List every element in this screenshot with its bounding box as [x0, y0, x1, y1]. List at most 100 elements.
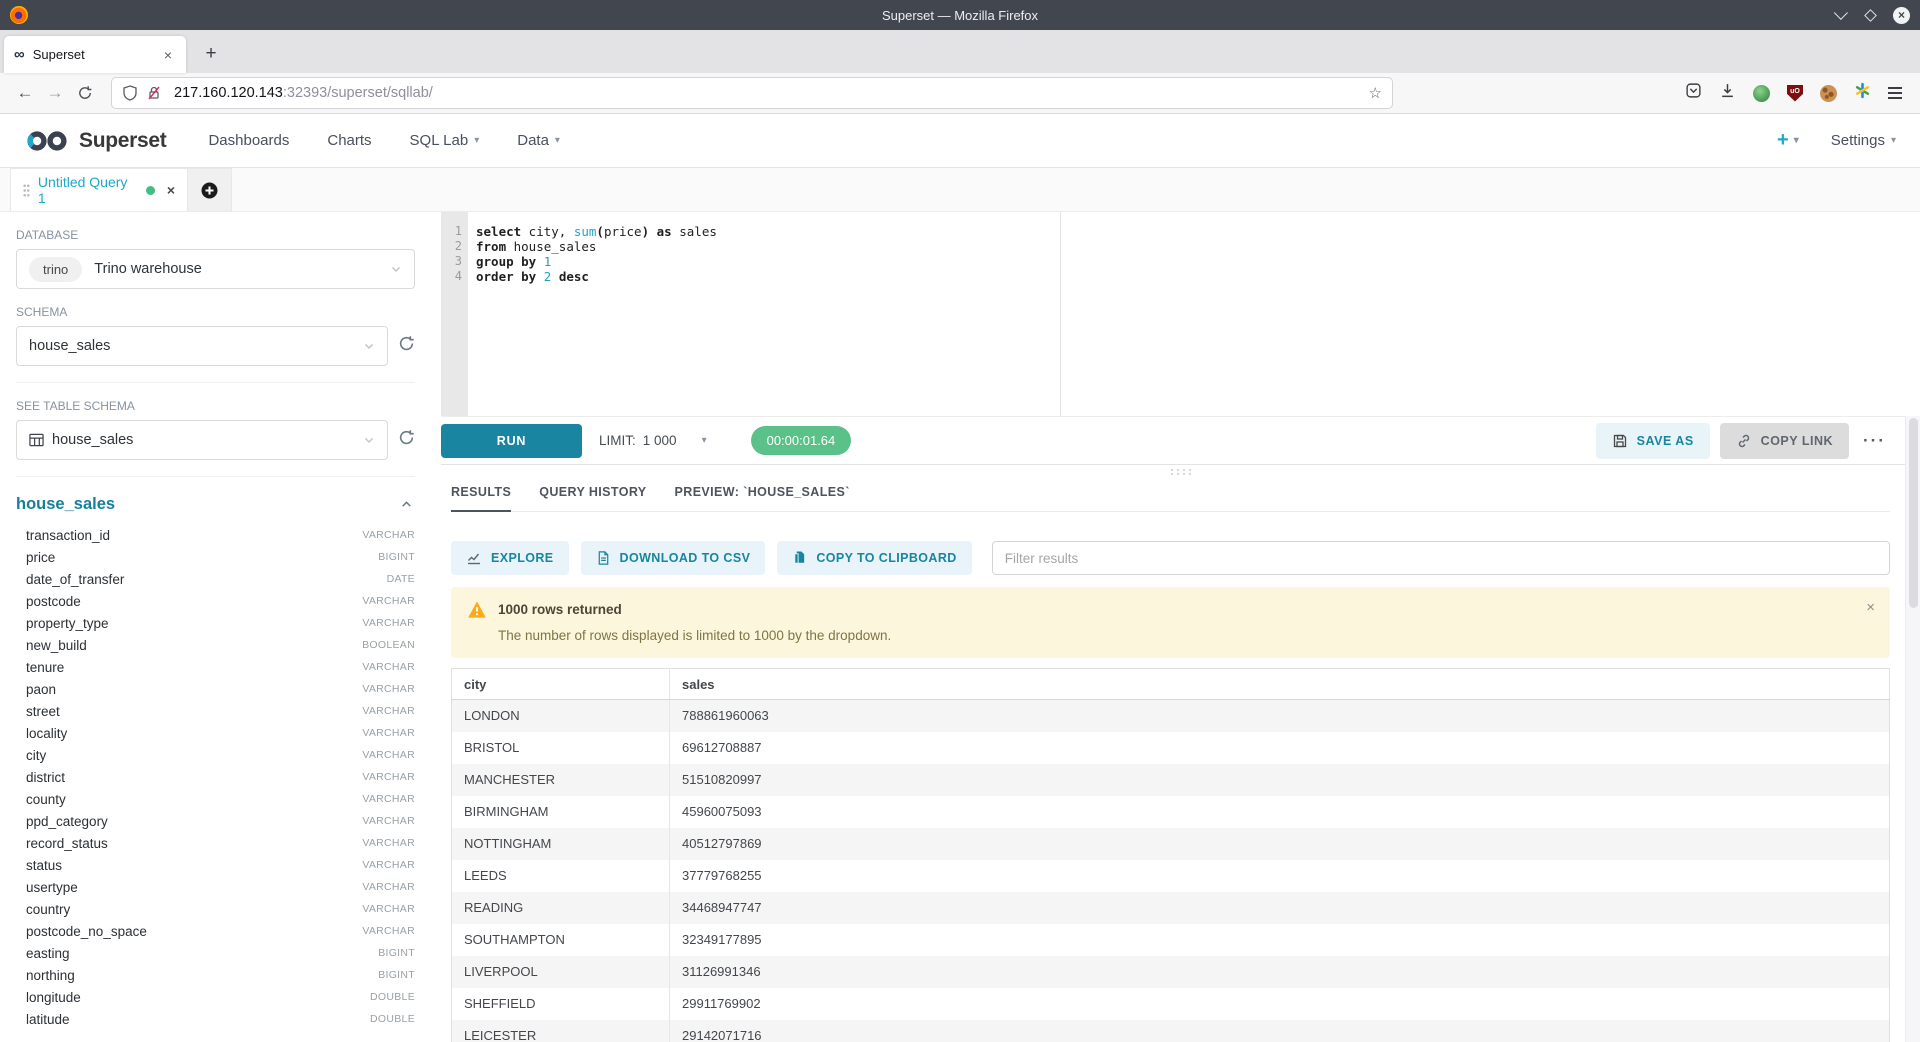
- column-row: countyVARCHAR: [16, 788, 415, 810]
- query-toolbar: RUN LIMIT: 1 000 ▾ 00:00:01.64 SAVE AS C…: [441, 416, 1920, 465]
- shield-icon[interactable]: [122, 85, 138, 101]
- new-item-button[interactable]: +▾: [1777, 129, 1799, 152]
- table-icon: [29, 433, 44, 447]
- forward-button[interactable]: →: [40, 83, 70, 103]
- table-name-heading[interactable]: house_sales: [16, 495, 115, 514]
- copy-link-button[interactable]: COPY LINK: [1720, 423, 1849, 459]
- chevron-down-icon: ▾: [702, 435, 707, 446]
- chevron-down-icon: [363, 340, 375, 352]
- extension-green-icon[interactable]: [1753, 85, 1770, 102]
- tab-query-history[interactable]: QUERY HISTORY: [539, 485, 646, 511]
- tab-results[interactable]: RESULTS: [451, 485, 511, 511]
- cell-sales: 69612708887: [670, 732, 1890, 764]
- drag-handle-icon[interactable]: [23, 184, 30, 197]
- new-tab-button[interactable]: +: [194, 37, 228, 71]
- code-line: select city, sum(price) as sales: [476, 224, 1920, 239]
- nav-item-charts[interactable]: Charts: [327, 132, 371, 149]
- column-row: new_buildBOOLEAN: [16, 634, 415, 656]
- url-text[interactable]: 217.160.120.143:32393/superset/sqllab/: [174, 85, 433, 101]
- back-button[interactable]: ←: [10, 83, 40, 103]
- scrollbar[interactable]: [1905, 416, 1920, 1042]
- window-maximize-icon[interactable]: [1864, 9, 1877, 22]
- add-query-tab-button[interactable]: [188, 168, 232, 211]
- tab-preview-house-sales[interactable]: PREVIEW: `HOUSE_SALES`: [675, 485, 850, 511]
- browser-tab[interactable]: ∞ Superset ×: [4, 36, 186, 73]
- filter-results-input[interactable]: [992, 541, 1890, 575]
- settings-menu[interactable]: Settings▾: [1831, 132, 1896, 149]
- line-number: 2: [441, 239, 462, 254]
- sql-editor[interactable]: 1234 select city, sum(price) as salesfro…: [441, 212, 1920, 416]
- downloads-icon[interactable]: [1719, 82, 1736, 104]
- cookie-extension-icon[interactable]: [1820, 85, 1837, 102]
- schema-select[interactable]: house_sales: [16, 326, 388, 366]
- superset-favicon-icon: ∞: [14, 47, 25, 62]
- reload-button[interactable]: [70, 85, 100, 101]
- refresh-table-schema-icon[interactable]: [398, 429, 415, 451]
- collapse-table-icon[interactable]: [400, 498, 415, 511]
- column-row: latitude DOUBLE: [16, 1008, 415, 1030]
- nav-item-sql-lab[interactable]: SQL Lab▾: [410, 132, 480, 149]
- scrollbar-thumb[interactable]: [1909, 418, 1918, 608]
- column-type: VARCHAR: [362, 595, 415, 607]
- limit-dropdown[interactable]: LIMIT: 1 000 ▾: [599, 433, 707, 448]
- column-type: VARCHAR: [362, 881, 415, 893]
- column-row: property_typeVARCHAR: [16, 612, 415, 634]
- explore-button[interactable]: EXPLORE: [451, 541, 569, 575]
- alert-close-icon[interactable]: ×: [1866, 600, 1875, 615]
- column-row: streetVARCHAR: [16, 700, 415, 722]
- bookmark-star-icon[interactable]: ☆: [1369, 84, 1382, 102]
- column-row: postcodeVARCHAR: [16, 590, 415, 612]
- menu-hamburger-icon[interactable]: [1888, 92, 1902, 94]
- query-tab-close-icon[interactable]: ×: [167, 182, 175, 198]
- save-as-button[interactable]: SAVE AS: [1596, 423, 1710, 459]
- column-type: VARCHAR: [362, 661, 415, 673]
- nav-item-dashboards[interactable]: Dashboards: [208, 132, 289, 149]
- insecure-lock-icon[interactable]: [146, 85, 162, 101]
- download-csv-button[interactable]: DOWNLOAD TO CSV: [581, 541, 766, 575]
- ublock-origin-icon[interactable]: uO: [1787, 85, 1803, 102]
- results-tbody: LONDON788861960063BRISTOL69612708887MANC…: [452, 700, 1890, 1042]
- column-name: street: [26, 704, 60, 719]
- extension-pinwheel-icon[interactable]: [1854, 82, 1871, 104]
- more-actions-button[interactable]: ···: [1863, 431, 1886, 451]
- column-type: DATE: [387, 573, 415, 585]
- app-window: Superset — Mozilla Firefox × ∞ Superset …: [0, 0, 1920, 1042]
- superset-navbar: Superset Dashboards Charts SQL Lab▾ Data…: [0, 114, 1920, 168]
- pocket-icon[interactable]: [1685, 82, 1702, 104]
- column-type: VARCHAR: [362, 837, 415, 849]
- query-tab-active[interactable]: Untitled Query 1 ×: [10, 168, 188, 211]
- cell-sales: 29911769902: [670, 988, 1890, 1020]
- code-line: order by 2 desc: [476, 269, 1920, 284]
- column-type: DOUBLE: [370, 1013, 415, 1025]
- table-row: LEEDS37779768255: [452, 860, 1890, 892]
- column-name: latitude: [26, 1012, 70, 1027]
- save-icon: [1612, 433, 1628, 449]
- link-icon: [1736, 433, 1752, 449]
- column-name: district: [26, 770, 65, 785]
- nav-item-data[interactable]: Data▾: [517, 132, 560, 149]
- resize-handle-icon[interactable]: [1170, 468, 1192, 476]
- chevron-down-icon: ▾: [555, 135, 560, 146]
- column-name: country: [26, 902, 70, 917]
- cell-sales: 51510820997: [670, 764, 1890, 796]
- chevron-down-icon: ▾: [1794, 135, 1799, 146]
- run-button[interactable]: RUN: [441, 424, 582, 458]
- column-row: priceBIGINT: [16, 546, 415, 568]
- column-header-city[interactable]: city: [452, 669, 670, 700]
- column-header-sales[interactable]: sales: [670, 669, 1890, 700]
- copy-to-clipboard-button[interactable]: COPY TO CLIPBOARD: [777, 541, 971, 575]
- database-select[interactable]: trino Trino warehouse: [16, 249, 415, 289]
- tab-close-icon[interactable]: ×: [160, 45, 176, 65]
- editor-code[interactable]: select city, sum(price) as salesfrom hou…: [468, 212, 1920, 416]
- table-schema-select[interactable]: house_sales: [16, 420, 388, 460]
- window-close-icon[interactable]: ×: [1893, 7, 1910, 24]
- column-type: VARCHAR: [362, 727, 415, 739]
- refresh-schema-icon[interactable]: [398, 335, 415, 357]
- cell-city: LONDON: [452, 700, 670, 732]
- table-row: NOTTINGHAM40512797869: [452, 828, 1890, 860]
- browser-tab-title: Superset: [33, 47, 160, 62]
- superset-brand[interactable]: Superset: [24, 129, 166, 153]
- cell-city: SOUTHAMPTON: [452, 924, 670, 956]
- url-bar[interactable]: 217.160.120.143:32393/superset/sqllab/ ☆: [112, 78, 1392, 108]
- column-name: new_build: [26, 638, 87, 653]
